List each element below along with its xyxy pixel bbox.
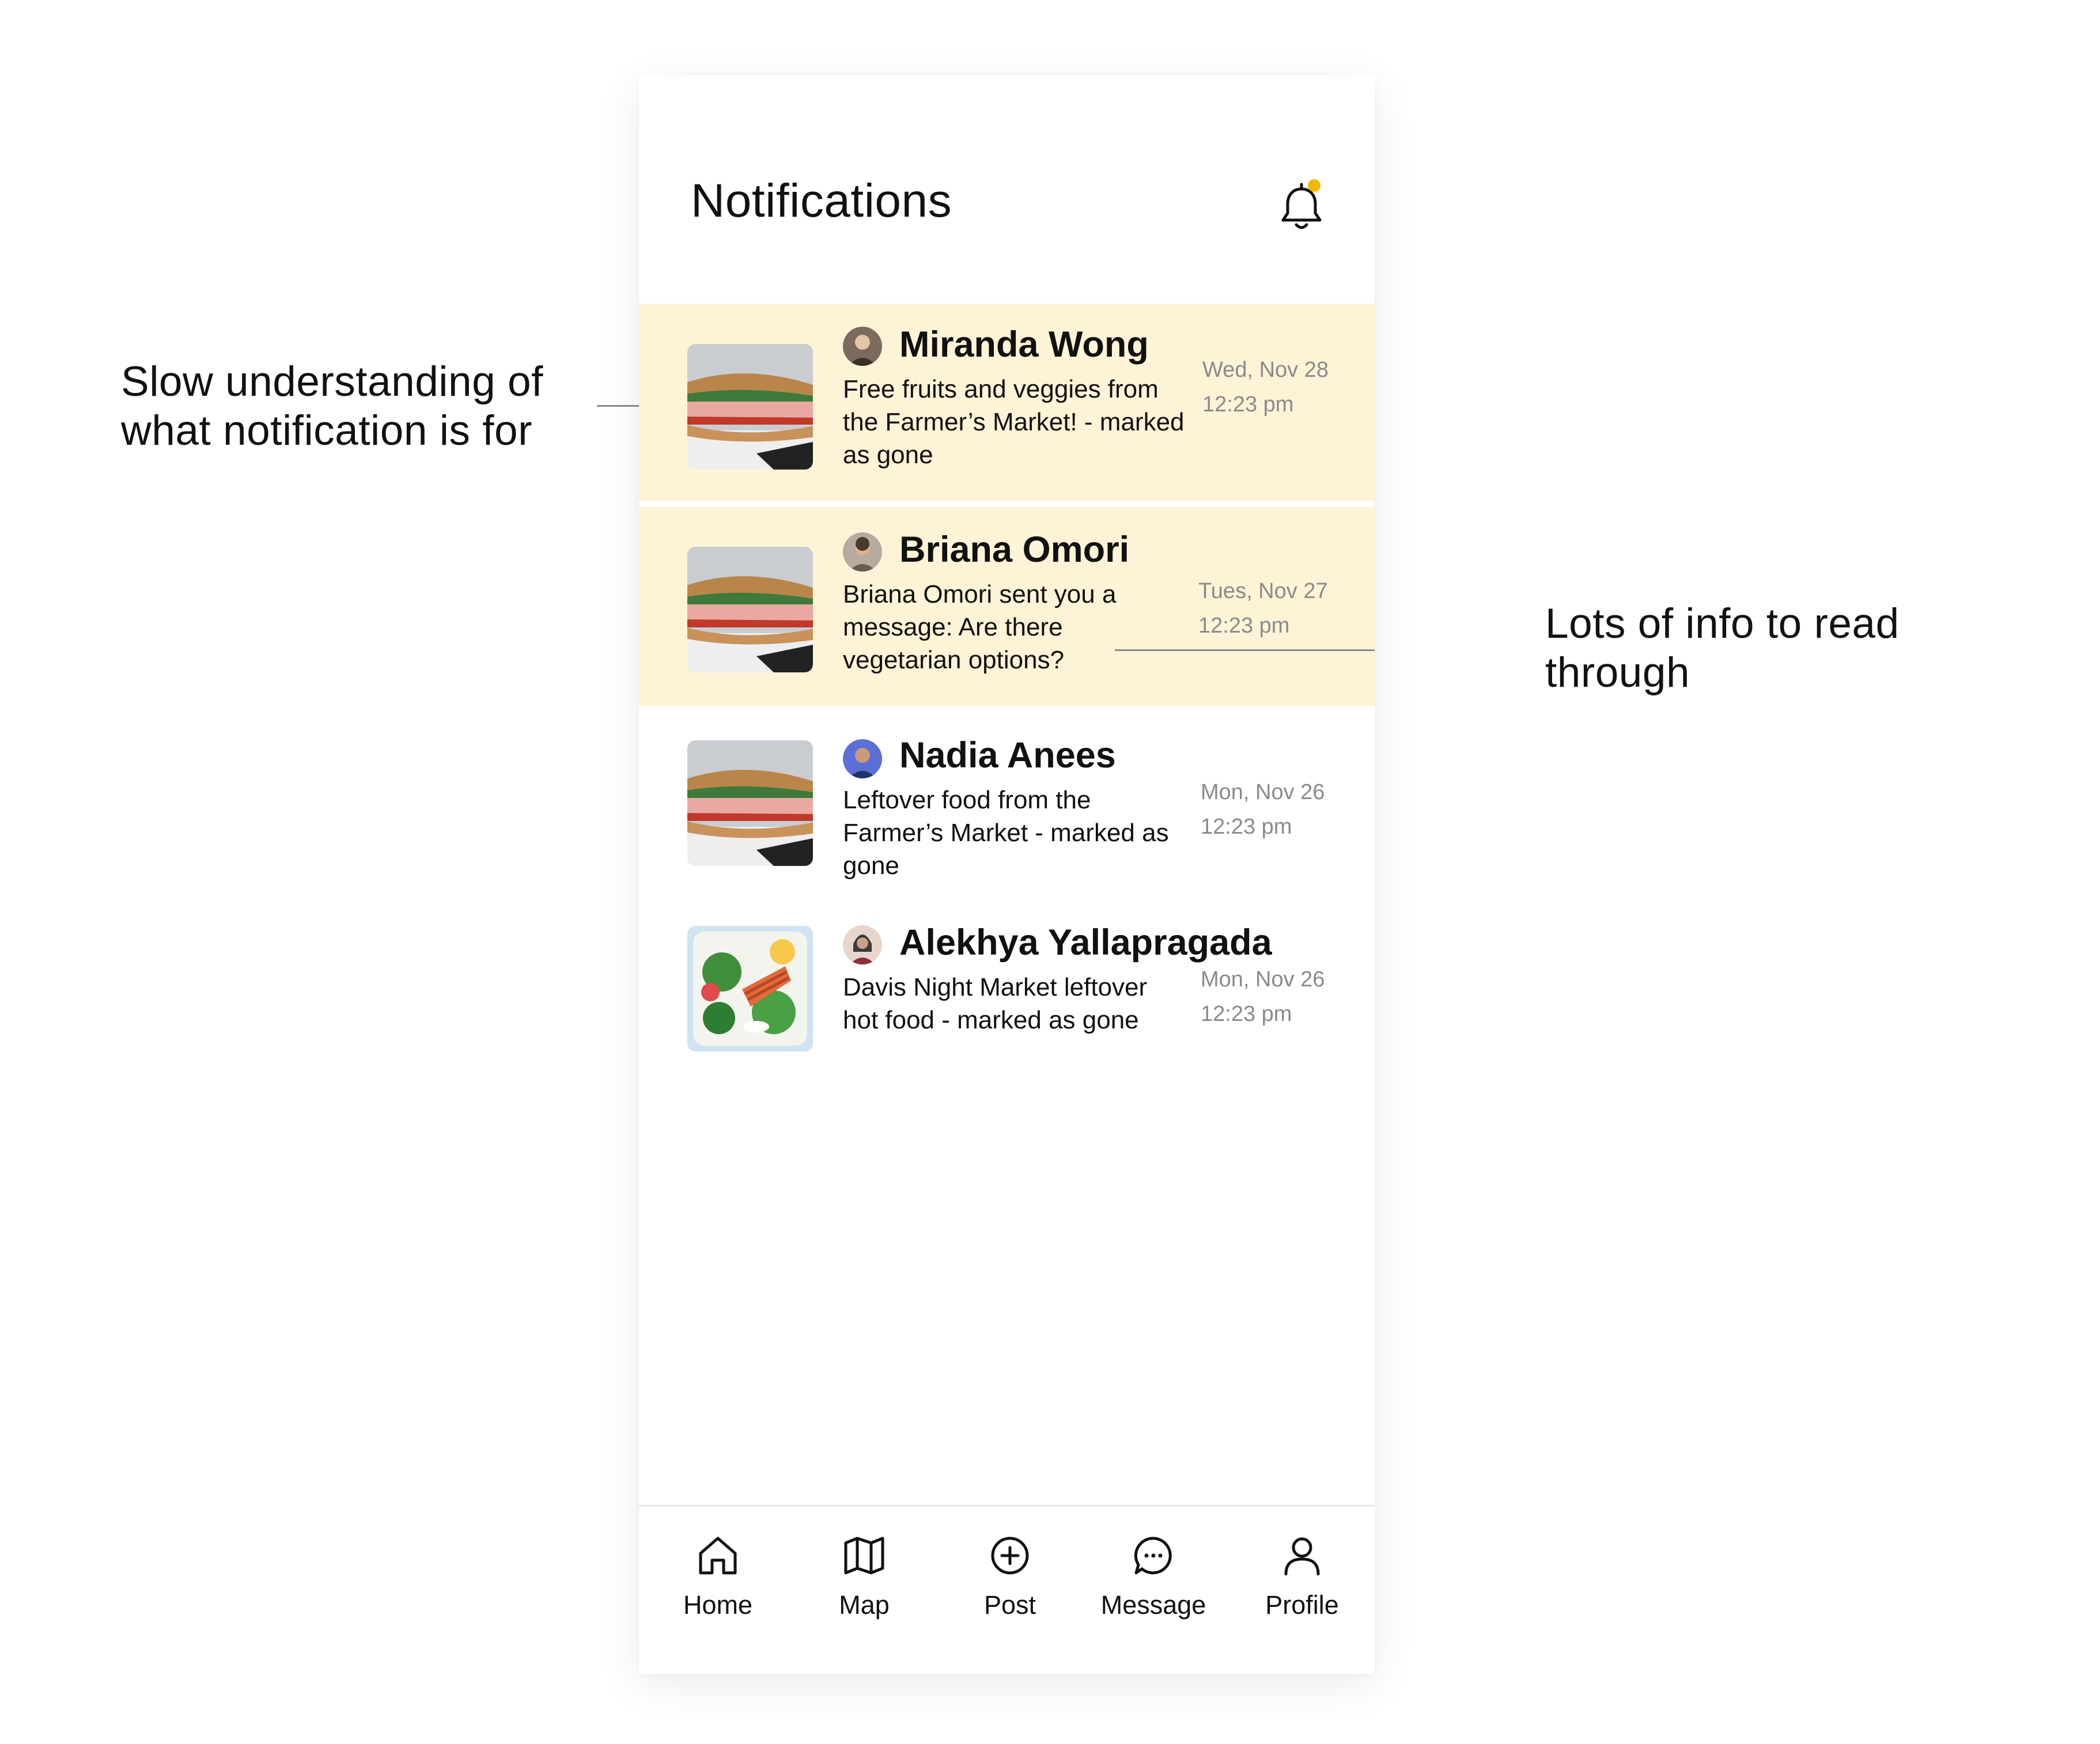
notification-time: 12:23 pm [1202, 392, 1294, 417]
notification-message: Davis Night Market leftover hot food - m… [843, 973, 1148, 1034]
annotation-line: through [1545, 649, 1690, 696]
notification-timestamp: Mon, Nov 26 12:23 pm [1201, 962, 1362, 1031]
map-icon [841, 1533, 887, 1579]
avatar [843, 327, 882, 366]
notification-message: Leftover food from the Farmer’s Market -… [843, 786, 1169, 880]
notification-timestamp: Tues, Nov 27 12:23 pm [1198, 574, 1360, 643]
notification-message: Free fruits and veggies from the Farmer’… [843, 375, 1185, 469]
notification-timestamp: Mon, Nov 26 12:23 pm [1201, 775, 1362, 844]
nav-label: Map [839, 1590, 890, 1620]
phone-screen: Notifications Miranda Wong Free fruits a… [639, 75, 1375, 1674]
notification-user-name: Nadia Anees [899, 735, 1116, 775]
annotation-line: Slow understanding of [121, 358, 543, 405]
bell-badge [1308, 179, 1320, 192]
nav-map[interactable]: Map [798, 1533, 930, 1648]
notification-item[interactable]: Alekhya Yallapragada Davis Night Market … [639, 893, 1375, 1083]
sandwich-image [687, 344, 813, 470]
notification-item[interactable]: Miranda Wong Free fruits and veggies fro… [639, 304, 1375, 501]
notification-time: 12:23 pm [1198, 614, 1290, 638]
notification-user-name: Alekhya Yallapragada [899, 922, 1272, 963]
notification-item[interactable]: Nadia Anees Leftover food from the Farme… [639, 706, 1375, 893]
sandwich-image [687, 740, 813, 866]
salmon-salad-image [687, 926, 813, 1051]
notification-item[interactable]: Briana Omori Briana Omori sent you a mes… [639, 507, 1375, 706]
nav-message[interactable]: Message [1087, 1533, 1220, 1648]
annotation-lots-of-info: Lots of info to read through [1545, 599, 1900, 697]
notification-date: Wed, Nov 28 [1202, 358, 1329, 382]
nav-label: Post [983, 1590, 1036, 1620]
avatar [843, 925, 882, 964]
nav-label: Home [683, 1590, 753, 1620]
notification-time: 12:23 pm [1201, 1002, 1292, 1026]
notification-date: Mon, Nov 26 [1201, 780, 1325, 804]
notification-date: Mon, Nov 26 [1201, 967, 1325, 992]
annotation-slow-understanding: Slow understanding of what notification … [121, 357, 543, 455]
annotation-line: Lots of info to read [1545, 600, 1900, 647]
annotation-leader-line [1115, 649, 1375, 651]
notification-message: Briana Omori sent you a message: Are the… [843, 580, 1117, 674]
nav-home[interactable]: Home [652, 1533, 784, 1648]
nav-label: Message [1100, 1590, 1206, 1620]
bell-icon[interactable] [1273, 177, 1330, 235]
notification-timestamp: Wed, Nov 28 12:23 pm [1202, 353, 1364, 422]
nav-divider [639, 1505, 1375, 1507]
nav-post[interactable]: Post [944, 1533, 1076, 1648]
canvas: Slow understanding of what notification … [0, 0, 2100, 1744]
avatar [843, 532, 882, 572]
nav-profile[interactable]: Profile [1236, 1533, 1368, 1648]
page-title: Notifications [691, 175, 952, 227]
plus-circle-icon [987, 1533, 1033, 1579]
notification-user-name: Briana Omori [899, 529, 1130, 570]
annotation-line: what notification is for [121, 407, 532, 454]
nav-label: Profile [1265, 1590, 1339, 1620]
notification-date: Tues, Nov 27 [1198, 579, 1328, 603]
user-icon [1279, 1533, 1325, 1579]
notification-time: 12:23 pm [1201, 815, 1292, 839]
sandwich-image [687, 547, 813, 672]
notification-user-name: Miranda Wong [899, 324, 1149, 365]
avatar [843, 739, 882, 778]
chat-bubble-icon [1130, 1533, 1176, 1579]
home-icon [695, 1533, 741, 1579]
